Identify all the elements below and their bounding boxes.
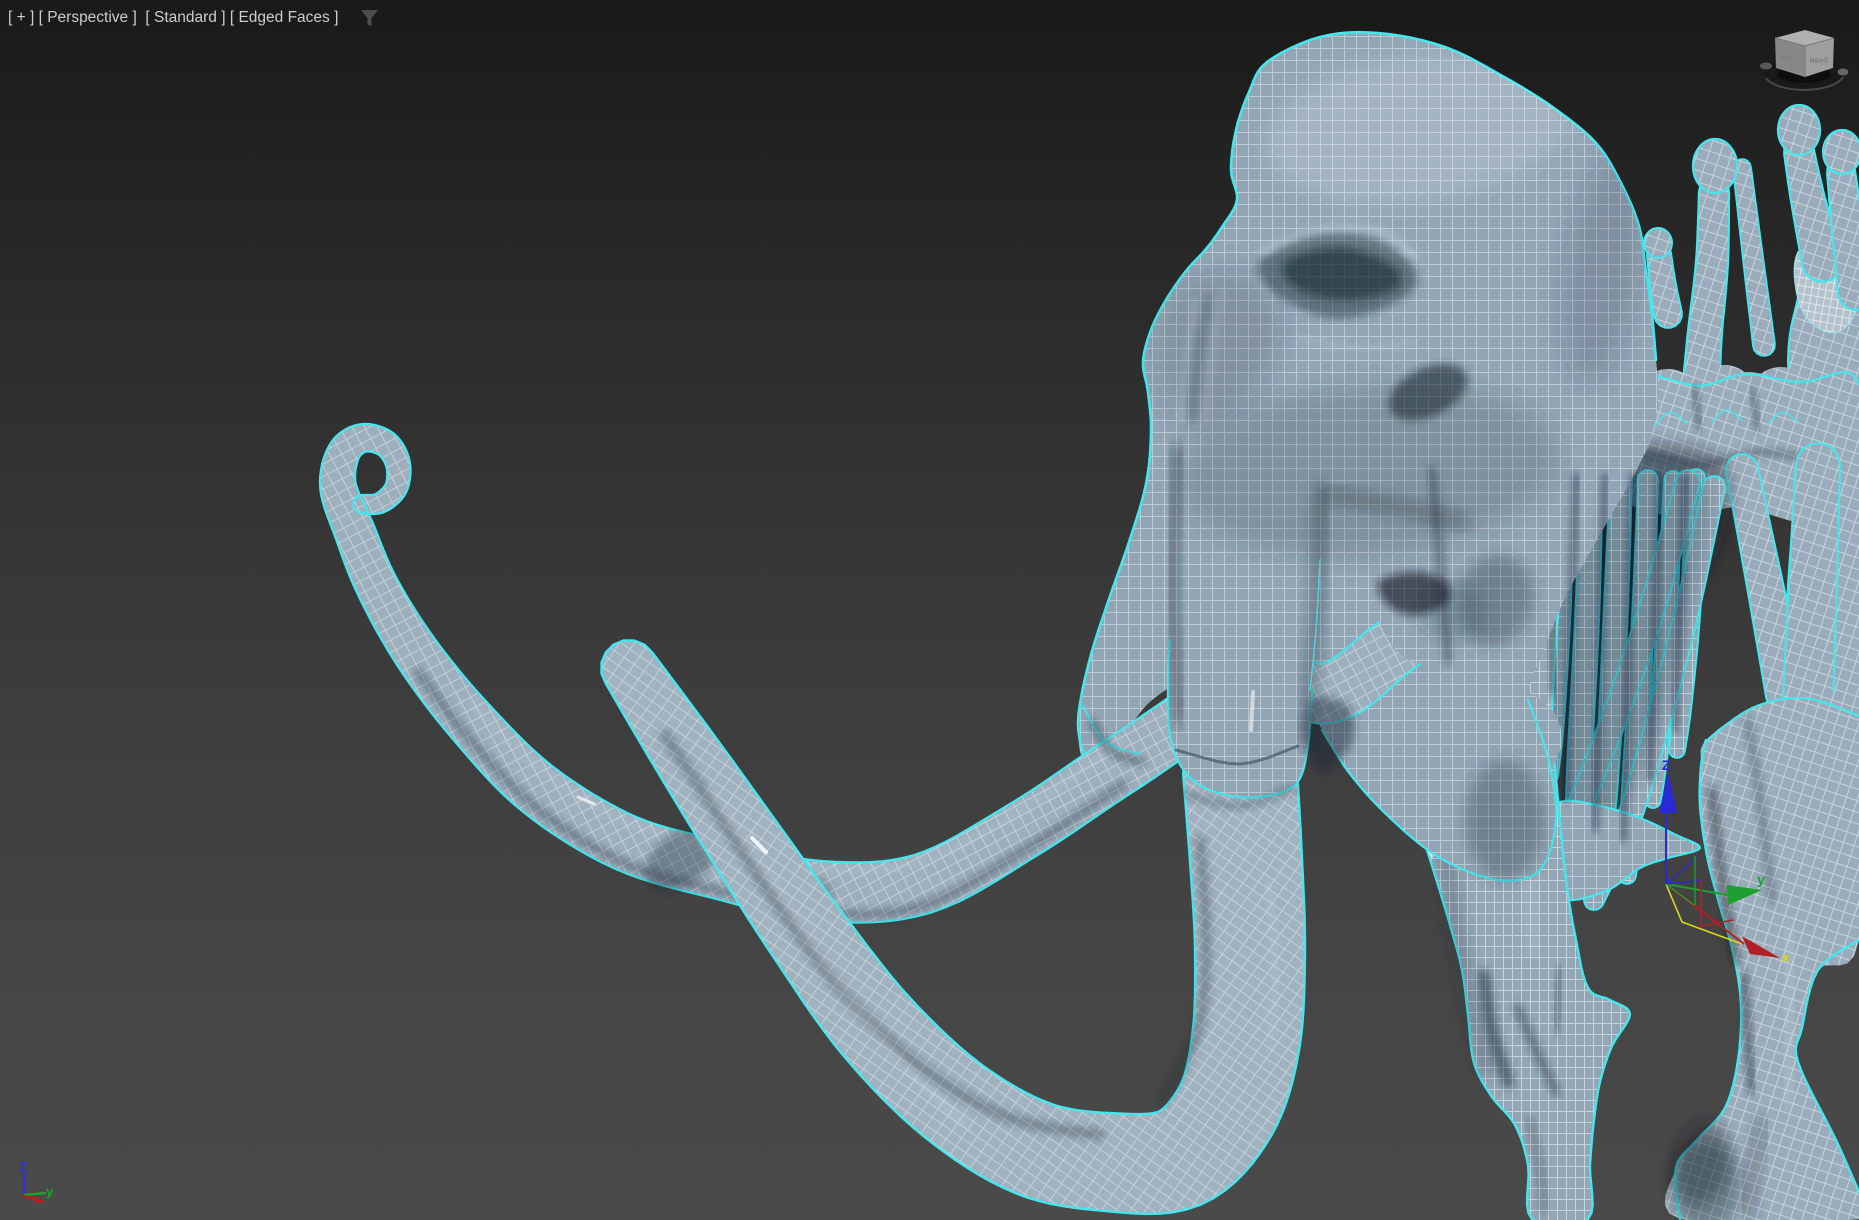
svg-text:Z: Z (1662, 757, 1671, 773)
svg-text:Z: Z (19, 1159, 27, 1174)
svg-text:BOT: BOT (1781, 56, 1793, 62)
svg-text:y: y (1757, 871, 1765, 887)
svg-text:x: x (1782, 950, 1790, 965)
svg-text:RIGHT: RIGHT (1810, 59, 1829, 65)
svg-text:y: y (46, 1184, 54, 1199)
svg-text:[ + ] [ Perspective ] [ Stand: [ + ] [ Perspective ] [ Standard ] [ Edg… (8, 9, 338, 26)
svg-text:x: x (33, 1192, 40, 1206)
